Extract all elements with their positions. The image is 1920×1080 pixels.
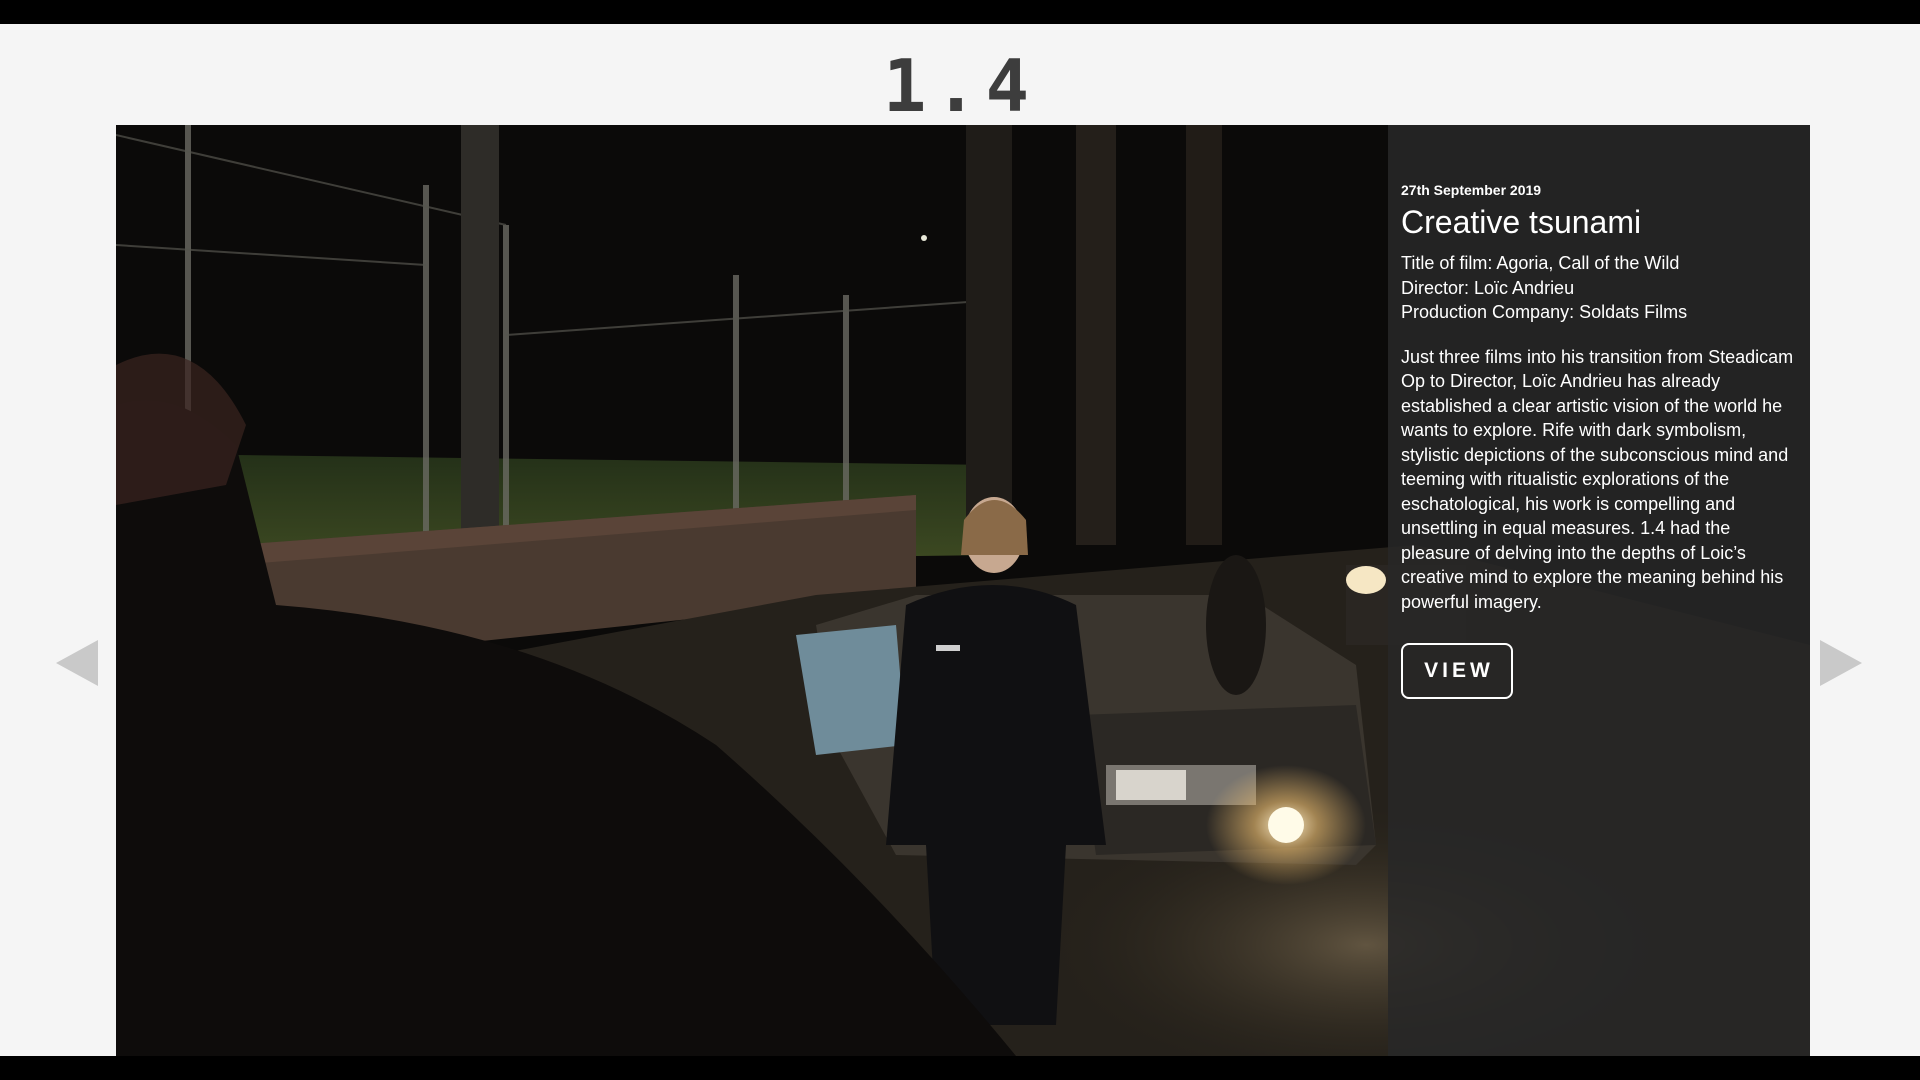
top-letterbox-bar	[0, 0, 1920, 24]
article-content: 27th September 2019 Creative tsunami Tit…	[1401, 181, 1801, 614]
site-logo[interactable]: 1.4	[0, 46, 1920, 126]
next-slide-arrow-icon[interactable]	[1820, 640, 1862, 686]
credit-director: Director: Loïc Andrieu	[1401, 277, 1575, 298]
previous-slide-arrow-icon[interactable]	[56, 640, 98, 686]
article-date: 27th September 2019	[1401, 182, 1542, 198]
credit-film-title: Title of film: Agoria, Call of the Wild	[1401, 253, 1680, 273]
credit-production-company: Production Company: Soldats Films	[1401, 302, 1688, 322]
bottom-letterbox-bar	[0, 1056, 1920, 1080]
view-button[interactable]: VIEW	[1401, 643, 1513, 699]
article-title: Creative tsunami	[1401, 204, 1642, 240]
article-description: Just three films into his transition fro…	[1401, 346, 1794, 612]
film-credits: Title of film: Agoria, Call of the Wild …	[1401, 251, 1801, 325]
article-info-panel: 27th September 2019 Creative tsunami Tit…	[1388, 125, 1810, 1056]
